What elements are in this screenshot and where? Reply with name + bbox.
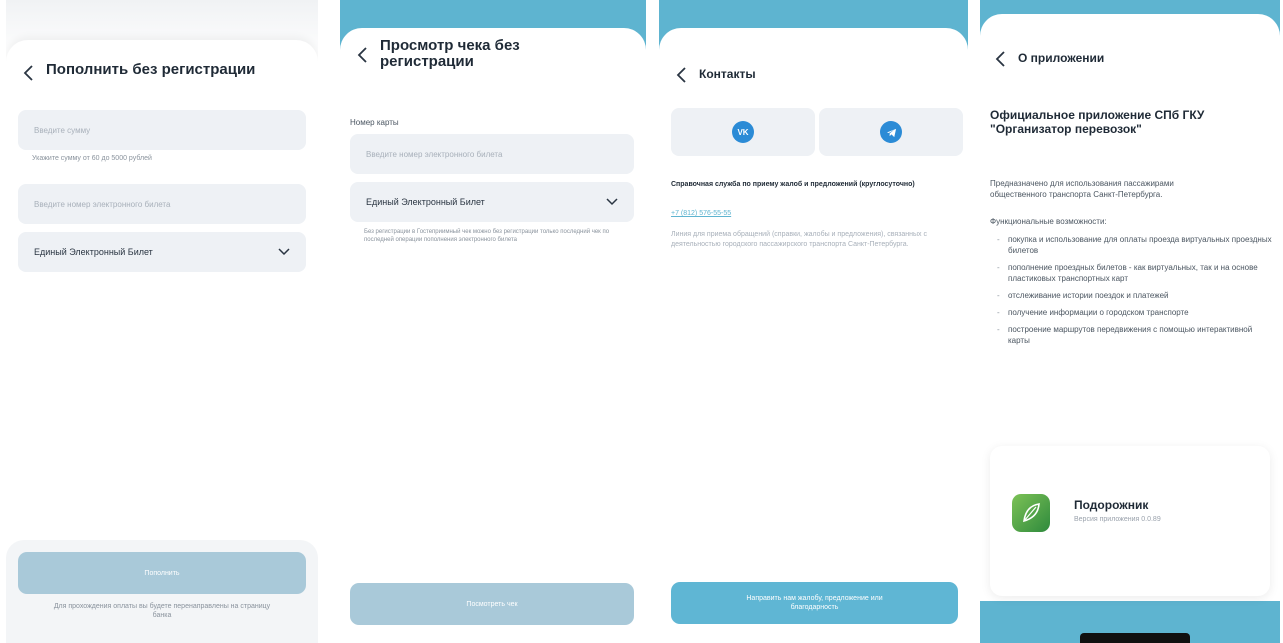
bottom-panel: Пополнить Для прохождения оплаты вы буде…: [6, 540, 318, 643]
about-intro: Предназначено для использования пассажир…: [990, 179, 1174, 199]
telegram-icon: [880, 121, 902, 143]
ticket-type-value: Единый Электронный Билет: [366, 197, 485, 207]
send-feedback-button[interactable]: Направить нам жалобу, предложение или бл…: [671, 582, 958, 624]
ticket-number-placeholder: Введите номер электронного билета: [34, 199, 171, 209]
payment-redirect-note: Для прохождения оплаты вы будете перенап…: [53, 603, 271, 619]
chevron-down-icon: [606, 198, 618, 206]
view-receipt-button-label: Посмотреть чек: [466, 600, 518, 608]
page-title: Контакты: [699, 67, 756, 81]
screen-top-up: Пополнить без регистрации Введите сумму …: [6, 0, 318, 643]
ticket-number-input[interactable]: Введите номер электронного билета: [18, 184, 306, 224]
screen-receipt: Просмотр чека без регистрации Номер карт…: [340, 0, 646, 643]
ticket-number-placeholder: Введите номер электронного билета: [366, 149, 503, 159]
feature-item: получение информации о городском транспо…: [990, 307, 1275, 318]
ticket-number-input[interactable]: Введите номер электронного билета: [350, 134, 634, 174]
features-list: покупка и использование для оплаты проез…: [990, 234, 1275, 352]
podorozhnik-logo-icon: [1012, 494, 1050, 532]
back-arrow-icon[interactable]: [673, 64, 691, 86]
support-heading: Справочная служба по приему жалоб и пред…: [671, 181, 915, 188]
content-card: О приложении Официальное приложение СПб …: [980, 14, 1280, 601]
about-heading: Официальное приложение СПб ГКУ "Организа…: [990, 108, 1205, 136]
content-card: Просмотр чека без регистрации Номер карт…: [340, 28, 646, 643]
view-receipt-button[interactable]: Посмотреть чек: [350, 583, 634, 625]
back-arrow-icon[interactable]: [992, 48, 1010, 70]
back-arrow-icon[interactable]: [20, 62, 38, 84]
feature-item: построение маршрутов передвижения с помо…: [990, 324, 1275, 346]
receipt-hint: Без регистрации в Гостеприимный чек можн…: [364, 229, 610, 243]
send-feedback-button-label: Направить нам жалобу, предложение или бл…: [746, 595, 883, 611]
feature-item: отслеживание истории поездок и платежей: [990, 290, 1275, 301]
amount-placeholder: Введите сумму: [34, 125, 91, 135]
feature-item: пополнение проездных билетов - как вирту…: [990, 262, 1275, 284]
header: Пополнить без регистрации: [20, 62, 308, 84]
amount-hint: Укажите сумму от 60 до 5000 рублей: [32, 155, 152, 162]
page-title: О приложении: [1018, 51, 1105, 65]
card-number-label: Номер карты: [350, 118, 399, 127]
telegram-button[interactable]: [819, 108, 963, 156]
screen-about: О приложении Официальное приложение СПб …: [980, 0, 1280, 643]
amount-input[interactable]: Введите сумму: [18, 110, 306, 150]
ticket-type-value: Единый Электронный Билет: [34, 247, 153, 257]
chevron-down-icon: [278, 248, 290, 256]
header: Контакты: [673, 64, 958, 86]
ticket-type-select[interactable]: Единый Электронный Билет: [350, 182, 634, 222]
page-title: Просмотр чека без регистрации: [380, 37, 520, 70]
home-indicator: [1080, 633, 1190, 643]
features-title: Функциональные возможности:: [990, 217, 1107, 226]
app-version: Версия приложения 0.0.89: [1074, 516, 1161, 523]
top-up-button-label: Пополнить: [144, 569, 180, 577]
support-description: Линия для приема обращений (справки, жал…: [671, 231, 927, 248]
ticket-type-select[interactable]: Единый Электронный Билет: [18, 232, 306, 272]
feature-item: покупка и использование для оплаты проез…: [990, 234, 1275, 256]
header: Просмотр чека без регистрации: [354, 38, 636, 70]
support-phone-link[interactable]: +7 (812) 576-55-55: [671, 210, 731, 217]
back-arrow-icon[interactable]: [354, 44, 372, 66]
header: О приложении: [992, 48, 1270, 70]
vk-icon: VK: [732, 121, 754, 143]
app-name: Подорожник: [1074, 498, 1149, 512]
app-info-card: Подорожник Версия приложения 0.0.89: [990, 446, 1270, 596]
screen-contacts: Контакты VK Справочная служба по приему …: [659, 0, 968, 643]
page-title: Пополнить без регистрации: [46, 61, 256, 78]
top-up-button[interactable]: Пополнить: [18, 552, 306, 594]
vk-button[interactable]: VK: [671, 108, 815, 156]
